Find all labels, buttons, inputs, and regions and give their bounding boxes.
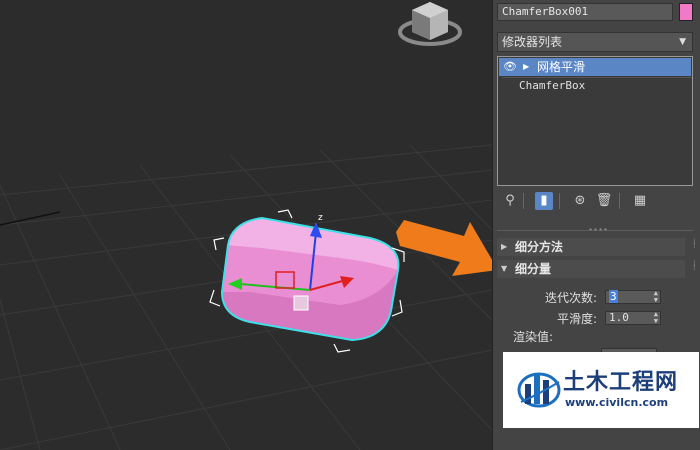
rollout-subdivision-amount[interactable]: ▼ 细分量 bbox=[497, 260, 685, 278]
configure-modifier-sets-icon[interactable]: ▦ bbox=[631, 192, 649, 210]
resize-grip[interactable]: ∙∙∙∙ bbox=[588, 226, 608, 234]
stack-item-chamferbox[interactable]: ChamferBox bbox=[499, 77, 691, 95]
render-values-label: 渲染值: bbox=[513, 330, 554, 344]
iterations-value[interactable]: 3 bbox=[609, 290, 618, 303]
modifier-stack[interactable]: 👁 ▶ 网格平滑 ChamferBox bbox=[497, 56, 693, 186]
smoothness-spinner[interactable]: 1.0 ▲ ▼ bbox=[605, 311, 661, 325]
smoothness-value[interactable]: 1.0 bbox=[609, 311, 629, 324]
expanded-triangle-icon: ▼ bbox=[501, 264, 508, 273]
iterations-label: 迭代次数: bbox=[544, 291, 597, 305]
chevron-down-icon: ▼ bbox=[679, 37, 686, 47]
rollout-title: 细分量 bbox=[515, 262, 552, 276]
rollout-drag-handle[interactable]: ⁞ ⁞ bbox=[693, 260, 696, 272]
logo-url: www.civilcn.com bbox=[565, 396, 669, 409]
civilcn-logo: 土木工程网 www.civilcn.com bbox=[503, 352, 699, 428]
stack-item-label: 网格平滑 bbox=[537, 60, 586, 74]
pin-stack-icon[interactable]: ⚲ bbox=[501, 192, 519, 210]
modifier-list-label: 修改器列表 bbox=[502, 35, 563, 49]
world-axis-line bbox=[0, 211, 61, 226]
viewport-scene[interactable]: z bbox=[0, 0, 492, 450]
civilcn-logo-mark bbox=[517, 372, 561, 408]
smoothness-label: 平滑度: bbox=[556, 312, 597, 326]
rollout-drag-handle[interactable]: ⁞ ⁞ bbox=[693, 238, 696, 250]
view-cube-icon[interactable] bbox=[398, 2, 462, 46]
toolbar-divider bbox=[523, 193, 524, 209]
svg-text:z: z bbox=[318, 213, 323, 223]
make-unique-icon[interactable]: ⊛ bbox=[571, 192, 589, 210]
stack-toolbar: ⚲ ▮ ⊛ 🗑 ▦ bbox=[497, 190, 693, 212]
modifier-list-dropdown[interactable]: 修改器列表 ▼ bbox=[497, 32, 693, 52]
spinner-arrows-icon[interactable]: ▲ ▼ bbox=[654, 290, 658, 304]
show-end-result-icon[interactable]: ▮ bbox=[535, 192, 553, 210]
expand-triangle-icon[interactable]: ▶ bbox=[523, 58, 529, 76]
eye-icon[interactable]: 👁 bbox=[503, 58, 517, 76]
object-color-swatch[interactable] bbox=[679, 3, 693, 21]
remove-modifier-icon[interactable]: 🗑 bbox=[595, 192, 613, 210]
toolbar-divider bbox=[619, 193, 620, 209]
iterations-spinner[interactable]: 3 ▲ ▼ bbox=[605, 290, 661, 304]
perspective-viewport[interactable]: z bbox=[0, 0, 492, 450]
logo-name: 土木工程网 bbox=[563, 370, 679, 395]
collapsed-triangle-icon: ▶ bbox=[501, 242, 508, 251]
spinner-arrows-icon[interactable]: ▲ ▼ bbox=[654, 311, 658, 325]
rollout-title: 细分方法 bbox=[515, 240, 564, 254]
object-name-field[interactable]: ChamferBox001 bbox=[497, 3, 673, 21]
stack-item-meshsmooth[interactable]: 👁 ▶ 网格平滑 bbox=[499, 58, 691, 76]
object-name-row: ChamferBox001 bbox=[497, 3, 697, 21]
rollout-subdivision-method[interactable]: ▶ 细分方法 bbox=[497, 238, 685, 256]
toolbar-divider bbox=[559, 193, 560, 209]
